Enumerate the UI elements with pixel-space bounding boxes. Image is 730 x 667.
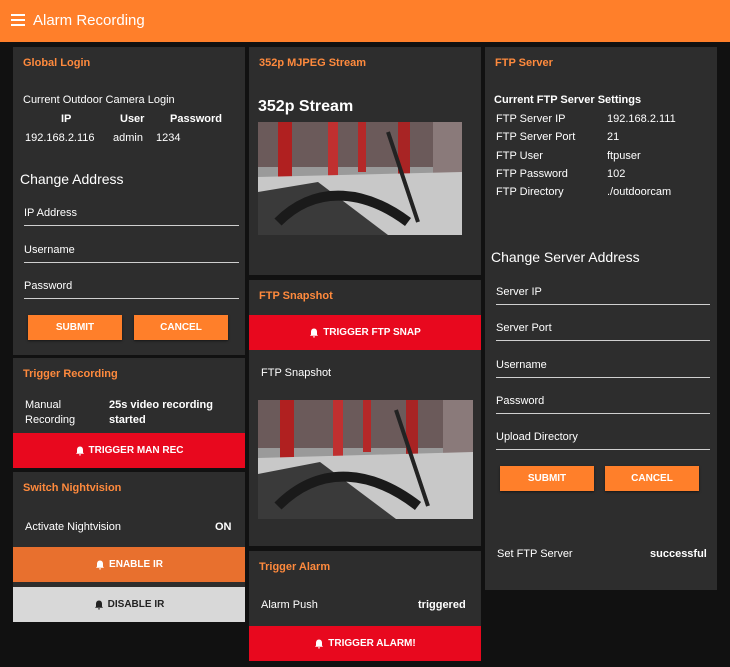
button-label: TRIGGER ALARM! <box>328 638 416 649</box>
cancel-button[interactable]: CANCEL <box>134 315 228 340</box>
field-label: Server IP <box>496 286 542 298</box>
camera-stream-image <box>258 122 462 235</box>
setting-value: 102 <box>607 168 626 180</box>
setting-value: 192.168.2.111 <box>607 113 676 125</box>
card-title: Trigger Recording <box>23 368 118 380</box>
cell-user: admin <box>113 132 143 144</box>
setting-value: ./outdoorcam <box>607 186 672 198</box>
hamburger-menu-icon[interactable] <box>11 14 25 26</box>
field-label: Password <box>496 395 545 407</box>
cell-ip: 192.168.2.116 <box>25 132 95 144</box>
card-title: Switch Nightvision <box>23 482 122 494</box>
manual-recording-label: Manual <box>25 399 62 411</box>
bell-icon <box>315 639 324 649</box>
button-label: TRIGGER FTP SNAP <box>323 327 421 338</box>
setting-key: FTP Password <box>496 168 568 180</box>
trigger-alarm-button[interactable]: TRIGGER ALARM! <box>249 626 481 661</box>
change-server-heading: Change Server Address <box>491 249 640 265</box>
password-field[interactable]: Password <box>496 391 710 414</box>
manual-recording-label-line2: Recording <box>25 414 76 426</box>
cell-password: 1234 <box>156 132 181 144</box>
trigger-man-rec-button[interactable]: TRIGGER MAN REC <box>13 433 245 468</box>
button-label: ENABLE IR <box>109 559 163 570</box>
bell-icon <box>75 446 84 456</box>
mjpeg-stream-card: 352p MJPEG Stream 352p Stream <box>249 47 481 275</box>
button-label: DISABLE IR <box>107 599 165 610</box>
bell-icon <box>96 560 105 570</box>
change-address-heading: Change Address <box>20 171 124 187</box>
bell-icon <box>310 328 319 338</box>
button-label: TRIGGER MAN REC <box>88 445 184 456</box>
setting-key: FTP User <box>496 150 543 162</box>
password-field[interactable]: Password <box>24 276 239 299</box>
recording-status: 25s video recording <box>109 399 213 411</box>
setting-key: FTP Server Port <box>496 131 576 143</box>
server-port-field[interactable]: Server Port <box>496 318 710 341</box>
current-login-label: Current Outdoor Camera Login <box>23 94 175 106</box>
card-title: Trigger Alarm <box>259 561 331 573</box>
submit-button[interactable]: SUBMIT <box>500 466 594 491</box>
card-title: FTP Snapshot <box>259 290 333 302</box>
column-header-password: Password <box>170 113 222 125</box>
column-header-ip: IP <box>61 113 72 125</box>
field-label: IP Address <box>24 207 77 219</box>
ftp-server-card: FTP Server Current FTP Server Settings F… <box>485 47 717 590</box>
field-label: Password <box>24 280 73 292</box>
field-label: Username <box>496 359 547 371</box>
username-field[interactable]: Username <box>24 240 239 263</box>
field-label: Username <box>24 244 75 256</box>
trigger-ftp-snap-button[interactable]: TRIGGER FTP SNAP <box>249 315 481 350</box>
ftp-snapshot-image <box>258 400 473 519</box>
ip-address-field[interactable]: IP Address <box>24 203 239 226</box>
set-ftp-server-label: Set FTP Server <box>497 548 573 560</box>
global-login-card: Global Login Current Outdoor Camera Logi… <box>13 47 245 355</box>
app-title: Alarm Recording <box>33 12 145 29</box>
upload-directory-field[interactable]: Upload Directory <box>496 427 710 450</box>
field-label: Upload Directory <box>496 431 578 443</box>
nightvision-value: ON <box>215 521 232 533</box>
nightvision-card: Switch Nightvision Activate Nightvision … <box>13 472 245 622</box>
disable-ir-button[interactable]: DISABLE IR <box>13 587 245 622</box>
username-field[interactable]: Username <box>496 355 710 378</box>
setting-key: FTP Directory <box>496 186 564 198</box>
stream-heading: 352p Stream <box>258 98 354 115</box>
setting-value: 21 <box>607 131 620 143</box>
server-ip-field[interactable]: Server IP <box>496 282 710 305</box>
ftp-snapshot-label: FTP Snapshot <box>261 367 332 379</box>
cancel-button[interactable]: CANCEL <box>605 466 699 491</box>
column-header-user: User <box>120 113 145 125</box>
ftp-snapshot-card: FTP Snapshot TRIGGER FTP SNAP FTP Snapsh… <box>249 280 481 546</box>
alarm-push-label: Alarm Push <box>261 599 318 611</box>
current-ftp-heading: Current FTP Server Settings <box>494 94 642 106</box>
app-header: Alarm Recording <box>0 0 730 42</box>
nightvision-label: Activate Nightvision <box>25 521 121 533</box>
submit-button[interactable]: SUBMIT <box>28 315 122 340</box>
alarm-push-value: triggered <box>418 599 466 611</box>
enable-ir-button[interactable]: ENABLE IR <box>13 547 245 582</box>
recording-status-line2: started <box>109 414 146 426</box>
card-title: Global Login <box>23 57 91 69</box>
field-label: Server Port <box>496 322 552 334</box>
setting-value: ftpuser <box>607 150 641 162</box>
set-ftp-server-status: successful <box>650 548 707 560</box>
trigger-recording-card: Trigger Recording Manual Recording 25s v… <box>13 358 245 468</box>
bell-icon <box>94 600 103 610</box>
setting-key: FTP Server IP <box>496 113 566 125</box>
card-title: 352p MJPEG Stream <box>259 57 366 69</box>
trigger-alarm-card: Trigger Alarm Alarm Push triggered TRIGG… <box>249 551 481 661</box>
card-title: FTP Server <box>495 57 553 69</box>
